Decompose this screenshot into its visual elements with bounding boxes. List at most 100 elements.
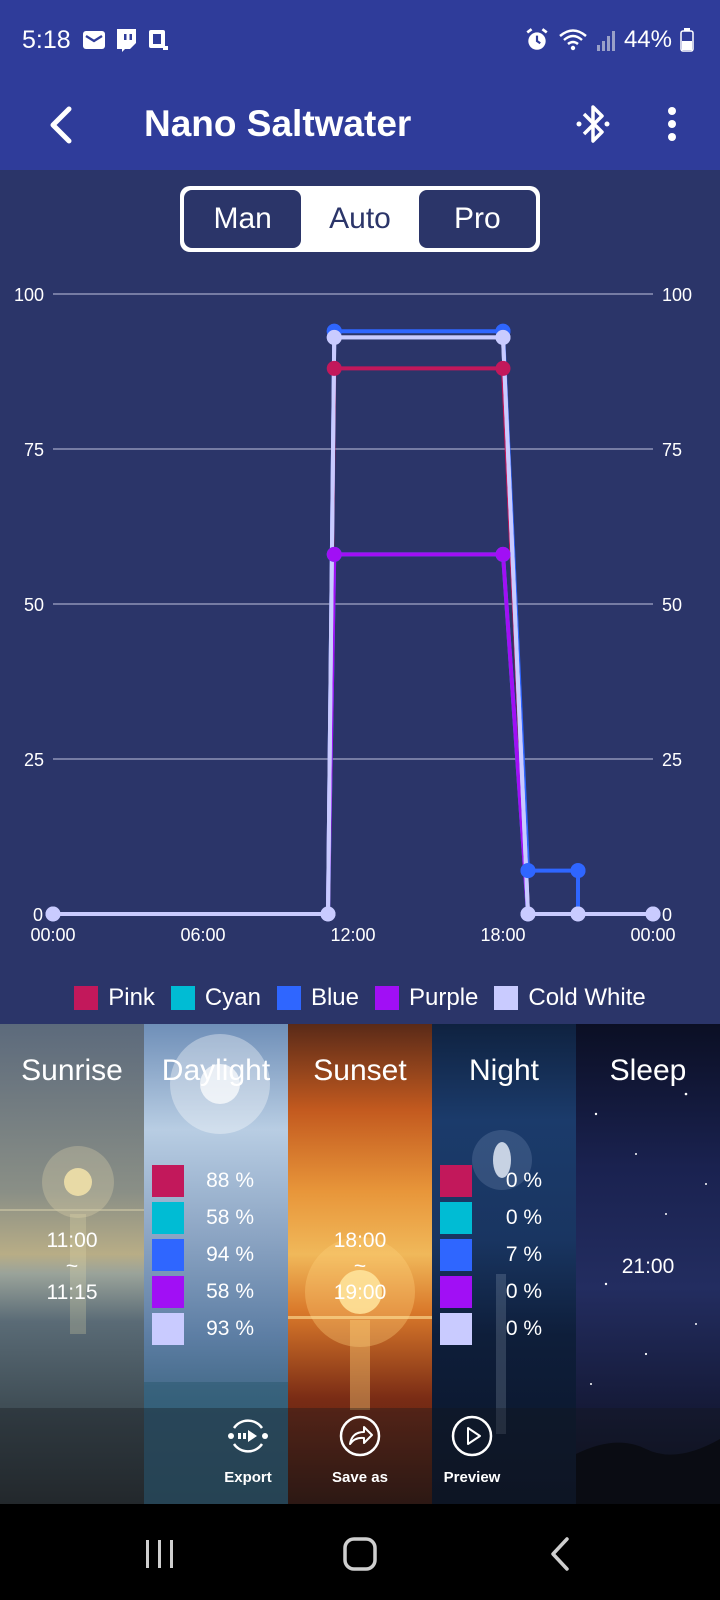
daylight-level-cyan: 58 % xyxy=(152,1199,254,1236)
pink-swatch xyxy=(152,1164,184,1197)
legend-item-pink[interactable]: Pink xyxy=(74,984,155,1012)
twitch-icon xyxy=(117,29,136,52)
night-level-purple: 0 % xyxy=(440,1273,542,1310)
y-tick-label: 100 xyxy=(14,285,44,305)
share-icon xyxy=(339,1415,381,1457)
tab-auto[interactable]: Auto xyxy=(301,190,419,248)
sunset-sep: ~ xyxy=(353,1255,367,1278)
sunset-start: 18:00 xyxy=(333,1229,387,1252)
level-value: 7 % xyxy=(505,1242,542,1266)
legend-swatch xyxy=(74,986,99,1010)
level-value: 0 % xyxy=(505,1316,542,1340)
battery-icon xyxy=(680,28,694,52)
data-point xyxy=(495,546,511,562)
home-icon xyxy=(343,1537,377,1571)
series-line xyxy=(53,366,653,916)
mail-icon xyxy=(83,31,105,49)
level-value: 58 % xyxy=(206,1205,254,1229)
x-tick-label: 06:00 xyxy=(180,925,225,945)
series-cyan xyxy=(53,552,653,916)
alarm-icon xyxy=(526,28,548,50)
blue-swatch xyxy=(440,1238,472,1271)
x-tick-label: 00:00 xyxy=(30,925,75,945)
legend-item-blue[interactable]: Blue xyxy=(276,984,359,1012)
battery-percent: 44% xyxy=(623,26,672,53)
x-tick-label: 18:00 xyxy=(480,925,525,945)
legend-item-purple[interactable]: Purple xyxy=(375,984,478,1012)
data-point xyxy=(326,546,342,562)
cold-white-swatch xyxy=(152,1312,184,1345)
bluetooth-button[interactable] xyxy=(565,94,621,154)
preview-label: Preview xyxy=(443,1469,501,1486)
more-options-button[interactable] xyxy=(652,94,692,154)
level-value: 0 % xyxy=(505,1168,542,1192)
series-blue xyxy=(53,329,653,916)
y-tick-label: 50 xyxy=(662,595,682,615)
x-tick-label: 12:00 xyxy=(330,925,375,945)
home-button[interactable] xyxy=(330,1524,390,1584)
cold-white-swatch xyxy=(440,1312,472,1345)
light-schedule-chart[interactable]: 0 25 50 75 100 0 25 50 75 100 00:00 06:00 12:00 18:… xyxy=(0,270,720,970)
series-line xyxy=(53,335,653,916)
markers-cold-white-top xyxy=(45,329,661,922)
sunset-title: Sunset xyxy=(313,1054,407,1087)
purple-swatch xyxy=(440,1275,472,1308)
more-vert-icon xyxy=(668,107,676,141)
sleep-title: Sleep xyxy=(609,1054,687,1087)
series-purple xyxy=(53,552,653,916)
chart-gridlines xyxy=(53,293,653,760)
signal-icon xyxy=(596,31,615,51)
series-line xyxy=(53,335,653,916)
legend-swatch xyxy=(494,986,519,1010)
status-time: 5:18 xyxy=(22,26,71,54)
data-point xyxy=(495,329,511,345)
status-bar: 5:18 44% xyxy=(0,0,720,80)
back-arrow-icon xyxy=(50,106,72,144)
y-tick-label: 25 xyxy=(662,750,682,770)
legend-label: Purple xyxy=(409,984,479,1011)
sunrise-start: 11:00 xyxy=(46,1229,98,1252)
sunset-end: 19:00 xyxy=(333,1281,387,1304)
markers-blue-top xyxy=(326,323,586,879)
data-point xyxy=(326,329,342,345)
legend-swatch xyxy=(276,986,301,1010)
save-as-label: Save as xyxy=(332,1469,388,1486)
sunrise-end: 11:15 xyxy=(46,1281,98,1304)
tab-man[interactable]: Man xyxy=(184,190,302,248)
series-line xyxy=(53,552,653,916)
data-point xyxy=(320,906,336,922)
night-level-cyan: 0 % xyxy=(440,1199,542,1236)
y-tick-label: 75 xyxy=(662,440,682,460)
back-button[interactable] xyxy=(30,92,90,158)
play-icon xyxy=(451,1415,493,1457)
data-point xyxy=(495,360,511,376)
night-level-blue: 7 % xyxy=(440,1236,542,1273)
legend-label: Blue xyxy=(310,984,359,1011)
action-bar: Export Save as Preview xyxy=(0,1408,720,1504)
level-value: 94 % xyxy=(206,1242,254,1266)
legend-item-cyan[interactable]: Cyan xyxy=(170,984,261,1012)
data-point xyxy=(326,360,342,376)
recents-icon xyxy=(146,1540,173,1568)
chart-legend: Pink Cyan Blue Purple Cold White xyxy=(0,978,720,1018)
recents-button[interactable] xyxy=(130,1524,190,1584)
data-point xyxy=(520,863,536,879)
legend-item-cold-white[interactable]: Cold White xyxy=(494,984,646,1012)
legend-swatch xyxy=(375,986,399,1010)
preview-button[interactable]: Preview xyxy=(422,1414,522,1486)
nav-back-button[interactable] xyxy=(530,1524,590,1584)
tab-pro[interactable]: Pro xyxy=(418,190,536,248)
legend-label: Cyan xyxy=(204,984,261,1011)
x-axis: 00:00 06:00 12:00 18:00 00:00 xyxy=(30,925,675,945)
page-title: Nano Saltwater xyxy=(144,103,412,144)
sleep-time: 21:00 xyxy=(621,1255,675,1278)
purple-swatch xyxy=(152,1275,184,1308)
export-label: Export xyxy=(224,1469,272,1486)
y-axis-right: 0 25 50 75 100 xyxy=(662,285,692,925)
series-line xyxy=(53,329,653,916)
y-tick-label: 0 xyxy=(33,905,43,925)
export-button[interactable]: Export xyxy=(198,1414,298,1486)
bluetooth-icon xyxy=(576,105,610,143)
save-as-button[interactable]: Save as xyxy=(310,1414,410,1486)
sunrise-title: Sunrise xyxy=(21,1054,123,1087)
